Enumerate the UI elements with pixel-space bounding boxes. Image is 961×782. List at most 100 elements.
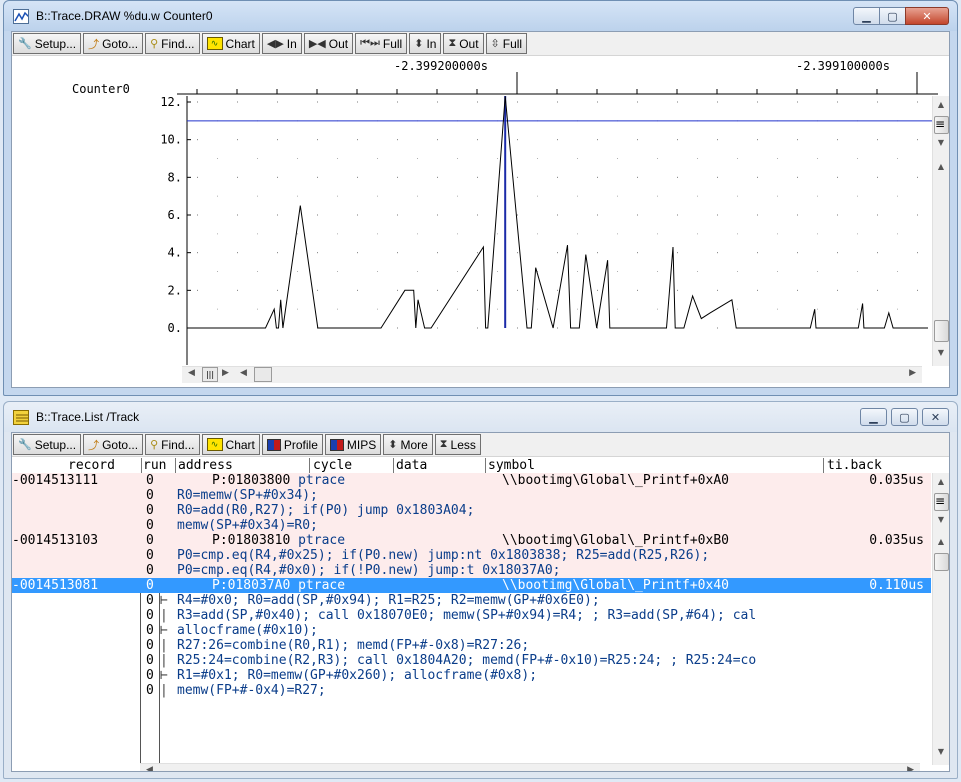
horizontal-scrollbar[interactable]: ◀ ||| ▶ ◀ ▶ bbox=[182, 366, 922, 383]
scroll-up-icon[interactable]: ▲ bbox=[934, 475, 948, 489]
setup-button[interactable]: 🔧 Setup... bbox=[13, 434, 82, 455]
run-value: 0 bbox=[146, 503, 154, 518]
less-button[interactable]: ⧗ Less bbox=[434, 434, 481, 455]
wrench-icon: 🔧 bbox=[18, 38, 32, 50]
run-value: 0 bbox=[146, 533, 154, 548]
record-row[interactable]: -0014513081 0 P:018037A0 ptrace \\bootimg\G… bbox=[12, 578, 931, 593]
grid-dot bbox=[917, 214, 918, 216]
grid-dot bbox=[677, 101, 678, 103]
goto-button[interactable]: ⤴ Goto... bbox=[83, 33, 144, 54]
code-row[interactable]: 0 ⊢ R1=#0x1; R0=memw(GP+#0x260); allocfram… bbox=[12, 668, 931, 683]
record-row[interactable]: -0014513111 0 P:01803800 ptrace \\bootimg\G… bbox=[12, 473, 931, 488]
scroll-up-icon[interactable]: ▲ bbox=[934, 160, 948, 174]
code-row[interactable]: 0 ⊢ allocframe(#0x10); bbox=[12, 623, 931, 638]
chart-button[interactable]: ∿ Chart bbox=[201, 33, 260, 54]
grid-dot bbox=[437, 327, 438, 329]
counter-plot[interactable]: 12. 10. 8. 6. 4. 2. 0. bbox=[12, 96, 938, 365]
zoom-in-horizontal-button[interactable]: ◀▶ In bbox=[261, 33, 302, 54]
record-number: -0014513081 bbox=[12, 578, 99, 593]
column-header[interactable]: symbol bbox=[488, 458, 535, 473]
scroll-up-icon[interactable]: ▲ bbox=[934, 98, 948, 112]
mips-button[interactable]: MIPS bbox=[324, 434, 382, 455]
record-row[interactable]: -0014513103 0 P:01803810 ptrace \\bootimg\G… bbox=[12, 533, 931, 548]
ti-back: 0.110us bbox=[869, 578, 924, 593]
find-button[interactable]: ⚲ Find... bbox=[145, 33, 200, 54]
grid-dot bbox=[517, 214, 518, 216]
column-separator[interactable] bbox=[309, 458, 310, 473]
scroll-thumb[interactable]: ≡ bbox=[934, 116, 949, 134]
column-separator[interactable] bbox=[823, 458, 824, 473]
code-row[interactable]: 0 | R27:26=combine(R0,R1); memd(FP+#-0x8)=… bbox=[12, 638, 931, 653]
scroll-right-icon[interactable]: ▶ bbox=[907, 765, 914, 771]
zoom-in-vertical-button[interactable]: ⬍ In bbox=[409, 33, 442, 54]
scroll-left-icon[interactable]: ◀ bbox=[188, 368, 195, 378]
grid-dot bbox=[797, 289, 798, 291]
maximize-button[interactable]: ▢ bbox=[879, 7, 906, 25]
column-header[interactable]: ti.back bbox=[827, 458, 882, 473]
grid-dot bbox=[717, 327, 718, 329]
profile-button[interactable]: Profile bbox=[261, 434, 323, 455]
scroll-thumb[interactable] bbox=[934, 320, 949, 342]
setup-button[interactable]: 🔧 Setup... bbox=[13, 33, 82, 54]
grid-dot bbox=[277, 176, 278, 178]
scroll-up-icon[interactable]: ▲ bbox=[934, 535, 948, 549]
title-bar[interactable]: B::Trace.DRAW %du.w Counter0 ▁ ▢ ✕ bbox=[4, 1, 957, 31]
column-header[interactable]: run bbox=[143, 458, 166, 473]
scroll-thumb[interactable]: ≡ bbox=[934, 493, 949, 511]
code-row[interactable]: 0 ⊢ R4=#0x0; R0=add(SP,#0x94); R1=R25; R2=… bbox=[12, 593, 931, 608]
goto-button[interactable]: ⤴ Goto... bbox=[83, 434, 144, 455]
vertical-scrollbar[interactable]: ▲ ≡ ▼ ▲ ▼ bbox=[932, 473, 949, 765]
horizontal-scrollbar[interactable]: ◀ ▶ bbox=[140, 763, 920, 771]
instruction-text: allocframe(#0x10); bbox=[177, 623, 318, 638]
code-row[interactable]: 0 P0=cmp.eq(R4,#0x25); if(P0.new) jump:nt… bbox=[12, 548, 931, 563]
scroll-down-icon[interactable]: ▼ bbox=[934, 513, 948, 527]
code-row[interactable]: 0 | R25:24=combine(R2,R3); call 0x1804A20;… bbox=[12, 653, 931, 668]
column-separator[interactable] bbox=[485, 458, 486, 473]
column-header[interactable]: address bbox=[178, 458, 233, 473]
scroll-thumb[interactable] bbox=[934, 553, 949, 571]
code-row[interactable]: 0 | R3=add(SP,#0x40); call 0x18070E0; memw… bbox=[12, 608, 931, 623]
scroll-right-icon[interactable]: ▶ bbox=[909, 368, 916, 378]
grid-dot bbox=[237, 176, 238, 178]
chart-button[interactable]: ∿ Chart bbox=[201, 434, 260, 455]
close-button[interactable]: ✕ bbox=[905, 7, 949, 25]
scroll-thumb[interactable]: ||| bbox=[202, 367, 218, 382]
grid-dot bbox=[397, 139, 398, 141]
close-button[interactable]: ✕ bbox=[922, 408, 949, 426]
more-button[interactable]: ⬍ More bbox=[383, 434, 433, 455]
title-bar[interactable]: B::Trace.List /Track ▁ ▢ ✕ bbox=[4, 402, 957, 432]
scroll-down-icon[interactable]: ▼ bbox=[934, 745, 948, 759]
zoom-out-vertical-button[interactable]: ⧗ Out bbox=[443, 33, 484, 54]
column-header[interactable]: data bbox=[396, 458, 427, 473]
minimize-button[interactable]: ▁ bbox=[853, 7, 880, 25]
grid-dot bbox=[677, 176, 678, 178]
scroll-left-icon[interactable]: ◀ bbox=[240, 368, 247, 378]
grid-dot bbox=[837, 214, 838, 216]
scroll-left-icon[interactable]: ◀ bbox=[146, 765, 153, 771]
scroll-thumb[interactable] bbox=[254, 367, 272, 382]
column-separator[interactable] bbox=[175, 458, 176, 473]
column-separator[interactable] bbox=[141, 458, 142, 473]
code-row[interactable]: 0 P0=cmp.eq(R4,#0x0); if(!P0.new) jump:t … bbox=[12, 563, 931, 578]
find-button[interactable]: ⚲ Find... bbox=[145, 434, 200, 455]
zoom-full-vertical-button[interactable]: ⇳ Full bbox=[485, 33, 528, 54]
column-separator[interactable] bbox=[393, 458, 394, 473]
code-row[interactable]: 0 memw(SP+#0x34)=R0; bbox=[12, 518, 931, 533]
grid-dot bbox=[617, 233, 618, 235]
code-row[interactable]: 0 R0=memw(SP+#0x34); bbox=[12, 488, 931, 503]
scroll-right-icon[interactable]: ▶ bbox=[222, 368, 229, 378]
trace-list-rows[interactable]: -0014513111 0 P:01803800 ptrace \\bootimg\G… bbox=[12, 473, 931, 763]
code-row[interactable]: 0 | memw(FP+#-0x4)=R27; bbox=[12, 683, 931, 698]
zoom-out-horizontal-button[interactable]: ▶◀ Out bbox=[303, 33, 354, 54]
grid-dot bbox=[257, 195, 258, 197]
maximize-button[interactable]: ▢ bbox=[891, 408, 918, 426]
run-value: 0 bbox=[146, 653, 154, 668]
vertical-scrollbar[interactable]: ▲ ≡ ▼ ▲ ▼ bbox=[932, 96, 949, 366]
scroll-down-icon[interactable]: ▼ bbox=[934, 346, 948, 360]
column-header[interactable]: record bbox=[68, 458, 115, 473]
minimize-button[interactable]: ▁ bbox=[860, 408, 887, 426]
code-row[interactable]: 0 R0=add(R0,R27); if(P0) jump 0x1803A04; bbox=[12, 503, 931, 518]
column-header[interactable]: cycle bbox=[313, 458, 352, 473]
zoom-full-horizontal-button[interactable]: ⏮⏭ Full bbox=[355, 33, 408, 54]
scroll-down-icon[interactable]: ▼ bbox=[934, 136, 948, 150]
